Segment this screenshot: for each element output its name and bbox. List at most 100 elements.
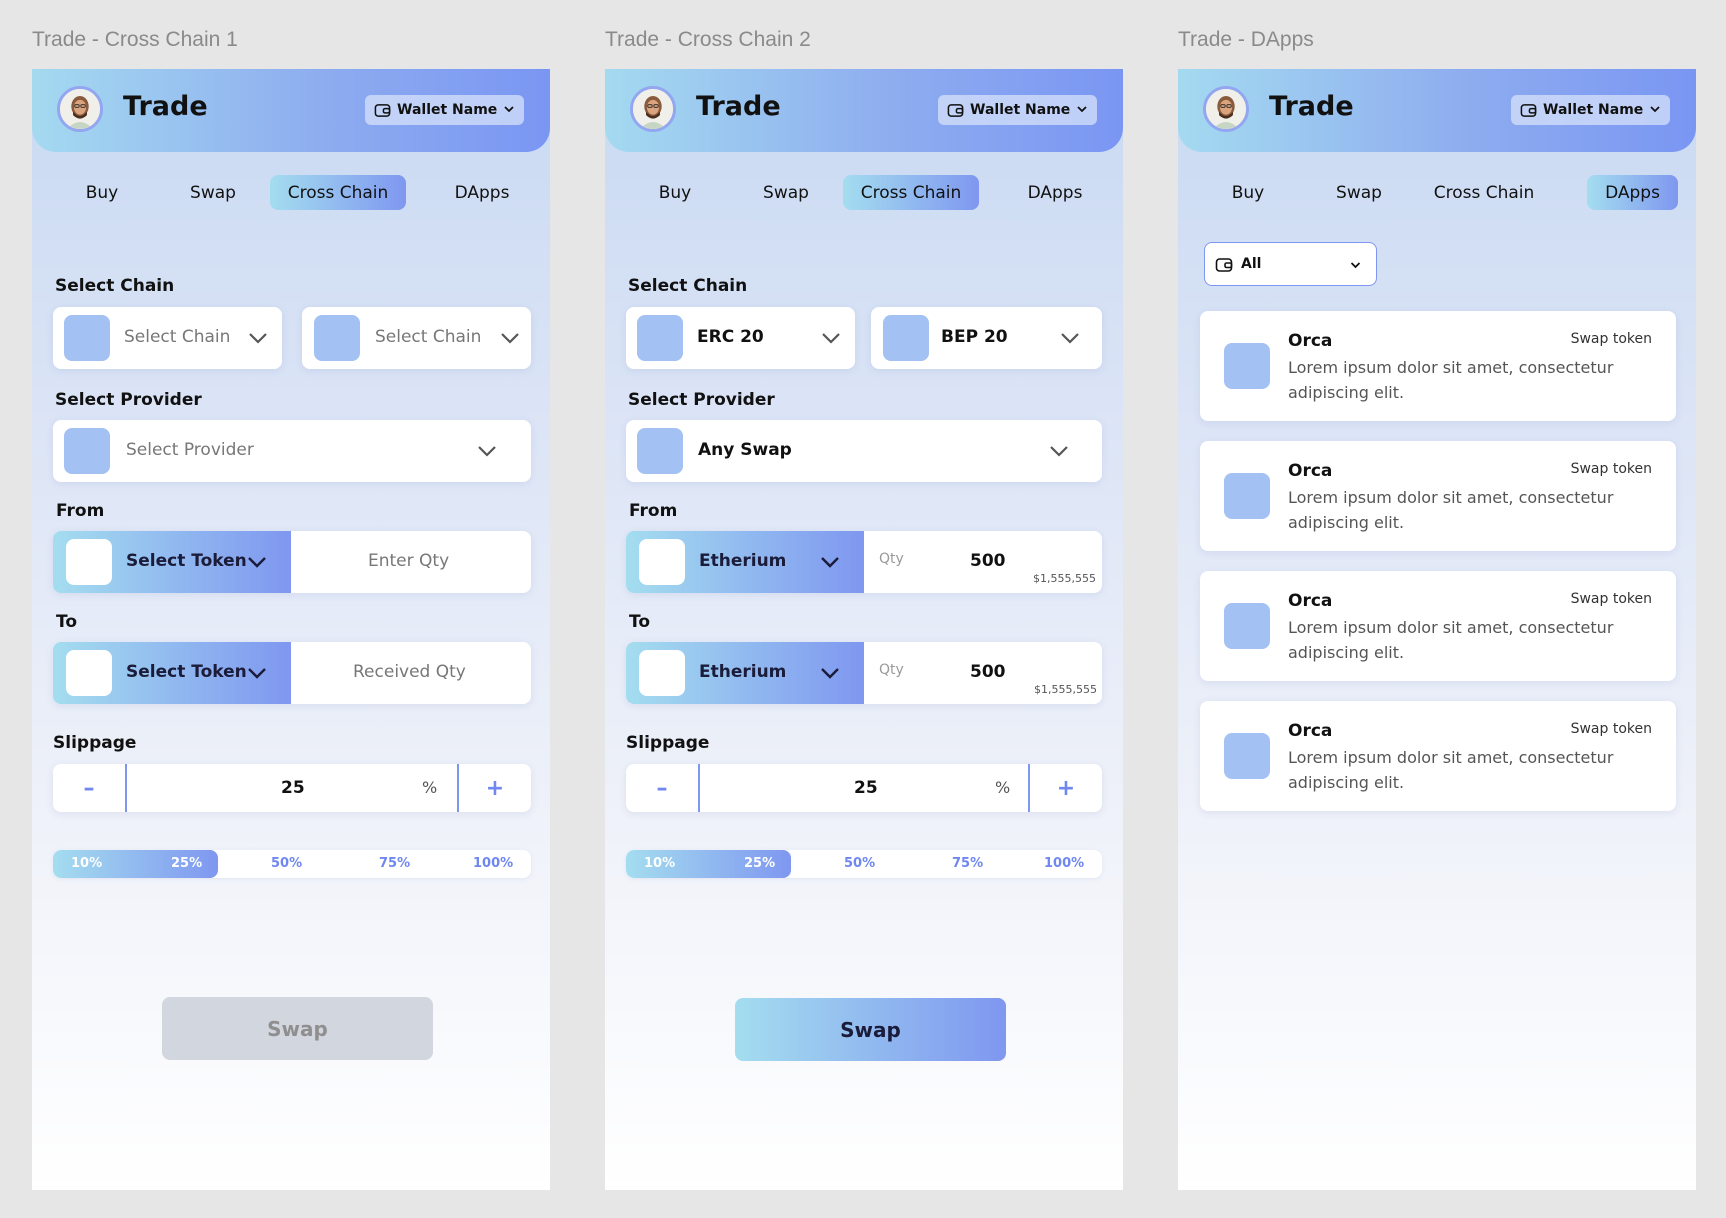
dapp-description: Lorem ipsum dolor sit amet, consectetur …	[1288, 748, 1614, 792]
tab-dapps[interactable]: DApps	[1587, 175, 1678, 210]
to-token-logo	[66, 650, 112, 696]
to-token-row: Etherium Qty 500 $1,555,555	[626, 642, 1102, 704]
chain-from-select[interactable]: Select Chain	[53, 307, 282, 369]
slippage-decrease-button[interactable]: –	[53, 764, 125, 812]
slippage-value[interactable]: 25	[854, 778, 878, 798]
slippage-preset-bar: 10% 25% 50% 75% 100%	[53, 850, 531, 878]
tab-dapps[interactable]: DApps	[432, 175, 532, 210]
wallet-name: Wallet Name	[397, 102, 498, 118]
app-header: Trade Wallet Name	[32, 69, 550, 152]
chevron-down-icon	[822, 333, 840, 344]
preset-75[interactable]: 75%	[379, 856, 410, 871]
page-title: Trade	[123, 91, 208, 122]
dapp-card[interactable]: Orca Swap token Lorem ipsum dolor sit am…	[1200, 311, 1676, 421]
chevron-down-icon	[821, 557, 839, 568]
chain-to-select[interactable]: BEP 20	[871, 307, 1102, 369]
tab-buy[interactable]: Buy	[1208, 175, 1288, 210]
tab-bar: Buy Swap Cross Chain DApps	[32, 175, 550, 211]
tab-dapps[interactable]: DApps	[1005, 175, 1105, 210]
provider-logo	[64, 428, 110, 474]
slippage-stepper[interactable]: – 25 % +	[626, 764, 1102, 812]
to-token-logo	[639, 650, 685, 696]
preset-25[interactable]: 25%	[171, 856, 202, 871]
chain-from-logo	[637, 315, 683, 361]
preset-10[interactable]: 10%	[71, 856, 102, 871]
from-token-row: Etherium Qty 500 $1,555,555	[626, 531, 1102, 593]
tab-cross-chain[interactable]: Cross Chain	[843, 175, 979, 210]
tab-cross-chain[interactable]: Cross Chain	[270, 175, 406, 210]
slippage-increase-button[interactable]: +	[459, 764, 531, 812]
to-qty-input[interactable]: Received Qty	[353, 662, 466, 682]
select-provider-label: Select Provider	[55, 390, 202, 410]
tab-buy[interactable]: Buy	[62, 175, 142, 210]
slippage-value[interactable]: 25	[281, 778, 305, 798]
chevron-down-icon	[1061, 333, 1079, 344]
dapp-tag: Swap token	[1570, 331, 1652, 347]
preset-75[interactable]: 75%	[952, 856, 983, 871]
user-avatar-icon	[60, 89, 100, 129]
avatar[interactable]	[1203, 86, 1249, 132]
to-token-select[interactable]: Etherium	[626, 642, 864, 704]
tab-buy[interactable]: Buy	[635, 175, 715, 210]
chain-to-text: Select Chain	[375, 327, 482, 347]
to-token-select[interactable]: Select Token	[53, 642, 291, 704]
to-qty-input[interactable]: 500	[970, 662, 1006, 682]
from-qty-input[interactable]: 500	[970, 551, 1006, 571]
provider-select[interactable]: Select Provider	[53, 420, 531, 482]
chain-to-logo	[314, 315, 360, 361]
wallet-selector[interactable]: Wallet Name	[365, 95, 524, 125]
chain-from-logo	[64, 315, 110, 361]
from-qty-input[interactable]: Enter Qty	[368, 551, 449, 571]
from-token-logo	[66, 539, 112, 585]
to-token-text: Select Token	[126, 662, 247, 682]
from-token-select[interactable]: Etherium	[626, 531, 864, 593]
dapp-tag: Swap token	[1570, 591, 1652, 607]
preset-10[interactable]: 10%	[644, 856, 675, 871]
chevron-down-icon	[821, 668, 839, 679]
chevron-down-icon	[501, 333, 519, 344]
provider-text: Any Swap	[698, 440, 792, 460]
wallet-selector[interactable]: Wallet Name	[1511, 95, 1670, 125]
dapp-description: Lorem ipsum dolor sit amet, consectetur …	[1288, 488, 1614, 532]
chevron-down-icon	[248, 668, 266, 679]
slippage-stepper[interactable]: – 25 % +	[53, 764, 531, 812]
preset-25[interactable]: 25%	[744, 856, 775, 871]
dapp-card[interactable]: Orca Swap token Lorem ipsum dolor sit am…	[1200, 701, 1676, 811]
preset-50[interactable]: 50%	[271, 856, 302, 871]
tab-swap[interactable]: Swap	[1316, 175, 1402, 210]
tab-swap[interactable]: Swap	[170, 175, 256, 210]
preset-100[interactable]: 100%	[473, 856, 513, 871]
slippage-decrease-button[interactable]: –	[626, 764, 698, 812]
swap-button[interactable]: Swap	[162, 997, 433, 1060]
avatar[interactable]	[57, 86, 103, 132]
dapp-card[interactable]: Orca Swap token Lorem ipsum dolor sit am…	[1200, 441, 1676, 551]
dapp-logo	[1224, 473, 1270, 519]
dapp-logo	[1224, 733, 1270, 779]
chain-from-text: ERC 20	[697, 327, 764, 347]
dapp-card[interactable]: Orca Swap token Lorem ipsum dolor sit am…	[1200, 571, 1676, 681]
dapp-name: Orca	[1288, 461, 1333, 481]
slippage-increase-button[interactable]: +	[1030, 764, 1102, 812]
chevron-down-icon	[248, 557, 266, 568]
avatar[interactable]	[630, 86, 676, 132]
preset-50[interactable]: 50%	[844, 856, 875, 871]
select-chain-label: Select Chain	[55, 276, 175, 296]
to-label: To	[56, 612, 78, 632]
dapp-logo	[1224, 603, 1270, 649]
from-token-select[interactable]: Select Token	[53, 531, 291, 593]
tab-swap[interactable]: Swap	[743, 175, 829, 210]
app-header: Trade Wallet Name	[605, 69, 1123, 152]
wallet-icon	[947, 103, 964, 117]
chain-from-select[interactable]: ERC 20	[626, 307, 855, 369]
chevron-down-icon	[1050, 446, 1068, 457]
wallet-selector[interactable]: Wallet Name	[938, 95, 1097, 125]
swap-button[interactable]: Swap	[735, 998, 1006, 1061]
frame-label-cross-chain-1: Trade - Cross Chain 1	[32, 28, 238, 51]
dapps-filter-select[interactable]: All	[1204, 242, 1377, 286]
frame-label-dapps: Trade - DApps	[1178, 28, 1314, 51]
provider-select[interactable]: Any Swap	[626, 420, 1102, 482]
to-token-row: Select Token Received Qty	[53, 642, 531, 704]
preset-100[interactable]: 100%	[1044, 856, 1084, 871]
tab-cross-chain[interactable]: Cross Chain	[1416, 175, 1552, 210]
chain-to-select[interactable]: Select Chain	[302, 307, 531, 369]
